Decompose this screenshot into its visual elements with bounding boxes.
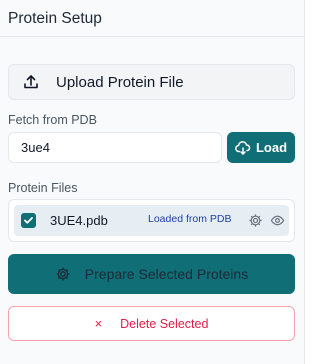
eye-icon[interactable]: [270, 213, 285, 228]
delete-button-label: Delete Selected: [120, 316, 209, 331]
upload-protein-file-button[interactable]: Upload Protein File: [8, 64, 295, 100]
delete-selected-button[interactable]: × Delete Selected: [8, 306, 295, 341]
protein-setup-panel: Protein Setup Upload Protein File Fetch …: [0, 0, 305, 364]
protein-files-label: Protein Files: [8, 181, 78, 195]
load-button-label: Load: [255, 140, 288, 155]
prepare-selected-proteins-button[interactable]: Prepare Selected Proteins: [8, 254, 295, 294]
upload-icon: [22, 73, 40, 91]
load-pdb-button[interactable]: Load: [227, 132, 295, 163]
gear-icon: [55, 266, 71, 282]
status-badge: Loaded from PDB: [148, 213, 232, 225]
close-icon: ×: [94, 316, 103, 331]
panel-title: Protein Setup: [0, 0, 304, 37]
list-item[interactable]: 3UE4.pdb Loaded from PDB: [14, 205, 289, 236]
gear-icon[interactable]: [248, 213, 263, 228]
prepare-button-label: Prepare Selected Proteins: [84, 266, 249, 282]
file-checkbox[interactable]: [21, 213, 36, 228]
cloud-download-icon: [235, 140, 251, 156]
upload-button-label: Upload Protein File: [56, 73, 184, 91]
fetch-pdb-label: Fetch from PDB: [8, 113, 97, 127]
file-name: 3UE4.pdb: [50, 213, 108, 228]
protein-files-list: 3UE4.pdb Loaded from PDB: [8, 199, 295, 242]
pdb-id-input[interactable]: [8, 132, 222, 163]
